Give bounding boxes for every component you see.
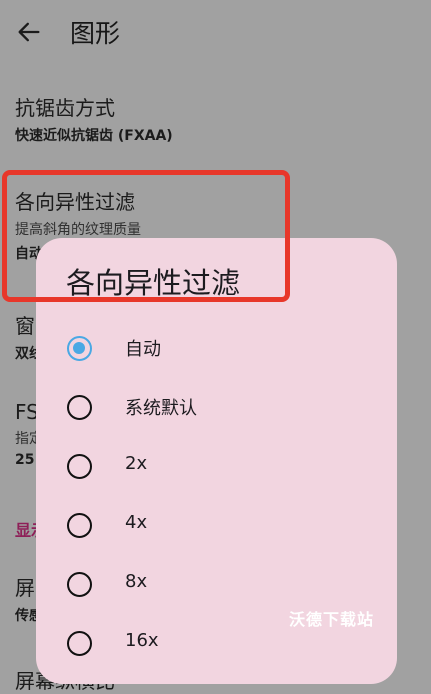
radio-unselected-icon[interactable] <box>67 454 92 479</box>
radio-unselected-icon[interactable] <box>67 513 92 538</box>
top-app-bar: 图形 <box>0 0 431 64</box>
option-label: 4x <box>125 512 148 533</box>
arrow-left-icon[interactable] <box>15 18 43 46</box>
option-label: 2x <box>125 453 148 474</box>
radio-unselected-icon[interactable] <box>67 631 92 656</box>
option-2x[interactable]: 2x <box>36 437 397 496</box>
option-label: 16x <box>125 630 159 651</box>
setting-title: 抗锯齿方式 <box>15 96 115 120</box>
option-4x[interactable]: 4x <box>36 496 397 555</box>
watermark: 沃德下载站 <box>289 610 375 629</box>
option-label: 系统默认 <box>125 398 197 419</box>
option-label: 自动 <box>125 339 161 360</box>
setting-title: 各向异性过滤 <box>15 190 135 214</box>
radio-unselected-icon[interactable] <box>67 395 92 420</box>
option-auto[interactable]: 自动 <box>36 319 397 378</box>
radio-selected-icon[interactable] <box>67 336 92 361</box>
setting-antialiasing[interactable]: 抗锯齿方式 快速近似抗锯齿 (FXAA) <box>15 92 173 145</box>
setting-subtitle: 提高斜角的纹理质量 <box>15 222 141 238</box>
option-system-default[interactable]: 系统默认 <box>36 378 397 437</box>
radio-unselected-icon[interactable] <box>67 572 92 597</box>
dialog-title: 各向异性过滤 <box>66 266 241 300</box>
setting-value: 快速近似抗锯齿 (FXAA) <box>15 128 173 144</box>
option-label: 8x <box>125 571 148 592</box>
page-title: 图形 <box>70 19 121 48</box>
